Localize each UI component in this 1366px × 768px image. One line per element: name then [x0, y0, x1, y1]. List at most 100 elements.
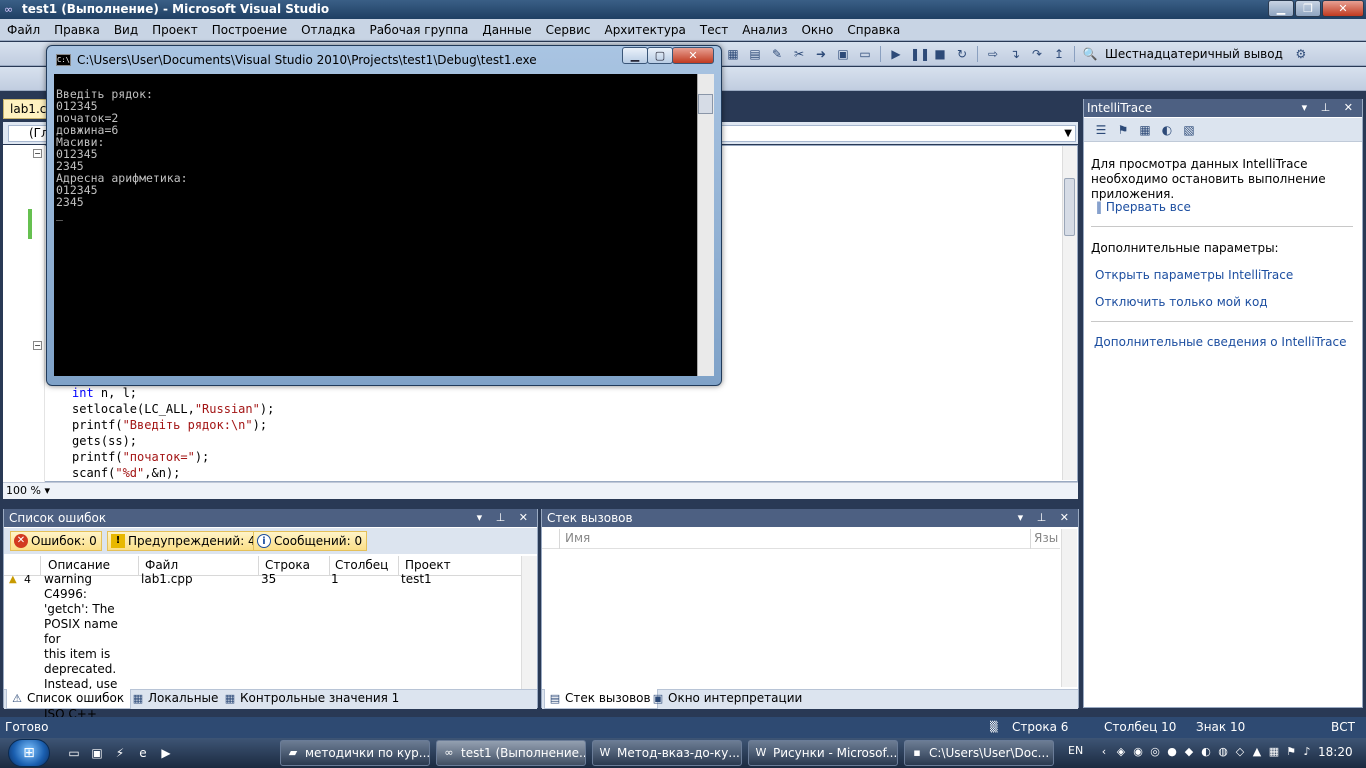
menu-view[interactable]: Вид [107, 19, 145, 41]
tray-icon[interactable]: ◐ [1199, 745, 1213, 759]
media-player-icon[interactable]: ▶ [158, 745, 174, 761]
task-word-doc-1[interactable]: W Метод-вказ-до-ку... [592, 740, 742, 766]
tray-icon[interactable]: ▲ [1250, 745, 1264, 759]
task-folder[interactable]: ▰ методички по кур... [280, 740, 430, 766]
column-project[interactable]: Проект [405, 558, 451, 572]
menu-help[interactable]: Справка [840, 19, 907, 41]
tab-call-stack[interactable]: ▤ Стек вызовов [544, 689, 658, 709]
task-visual-studio[interactable]: ∞ test1 (Выполнение... [436, 740, 586, 766]
show-next-statement-icon[interactable]: ⇨ [985, 46, 1001, 62]
disable-my-code-link[interactable]: Отключить только мой код [1095, 295, 1268, 309]
tab-immediate[interactable]: ▣ Окно интерпретации [648, 689, 808, 709]
tray-icon[interactable]: ◎ [1148, 745, 1162, 759]
close-button[interactable]: ✕ [1322, 0, 1364, 17]
fold-toggle[interactable]: − [33, 149, 42, 158]
stop-icon[interactable]: ■ [932, 46, 948, 62]
error-list-scrollbar[interactable] [521, 556, 537, 690]
console-scroll-thumb[interactable] [698, 94, 713, 114]
maximize-button[interactable]: ❐ [1295, 0, 1321, 17]
tray-expand-icon[interactable]: ‹ [1097, 745, 1111, 759]
tray-icon[interactable]: ● [1165, 745, 1179, 759]
column-column[interactable]: Столбец [335, 558, 388, 572]
break-all-link[interactable]: ‖ Прервать все [1096, 200, 1191, 214]
menu-tools[interactable]: Сервис [539, 19, 598, 41]
warnings-filter-button[interactable]: ! Предупреждений: 4 [107, 531, 261, 551]
tray-icon[interactable]: ◉ [1131, 745, 1145, 759]
column-name[interactable]: Имя [565, 531, 590, 545]
messages-filter-button[interactable]: i Сообщений: 0 [253, 531, 368, 551]
open-settings-link[interactable]: Открыть параметры IntelliTrace [1095, 268, 1293, 282]
editor-horizontal-scrollbar[interactable] [3, 482, 1078, 499]
task-word-doc-2[interactable]: W Рисунки - Microsof... [748, 740, 898, 766]
step-into-icon[interactable]: ↴ [1007, 46, 1023, 62]
menu-analyze[interactable]: Анализ [735, 19, 794, 41]
errors-filter-button[interactable]: ✕ Ошибок: 0 [10, 531, 102, 551]
tool-icon[interactable]: ⚡ [112, 745, 128, 761]
console-minimize-button[interactable]: ▁ [622, 47, 648, 64]
minimize-button[interactable]: ▁ [1268, 0, 1294, 17]
menu-file[interactable]: Файл [0, 19, 47, 41]
step-out-icon[interactable]: ↥ [1051, 46, 1067, 62]
task-console[interactable]: ▪ C:\Users\User\Doc... [904, 740, 1054, 766]
filter-icon[interactable]: ⚑ [1115, 122, 1131, 138]
tools-icon[interactable]: ✂ [791, 46, 807, 62]
menu-data[interactable]: Данные [475, 19, 538, 41]
language-indicator[interactable]: EN [1068, 744, 1083, 757]
tray-icon[interactable]: ◇ [1233, 745, 1247, 759]
start-button[interactable]: ⊞ [8, 739, 50, 767]
editor-tab-lab1[interactable]: lab1.cpp [3, 99, 49, 119]
toolbox-icon[interactable]: ✎ [769, 46, 785, 62]
column-line[interactable]: Строка [265, 558, 310, 572]
window-switch-icon[interactable]: ▣ [89, 745, 105, 761]
zoom-combo[interactable]: 100 % ▾ [6, 484, 64, 498]
scope-combo[interactable]: (Гл [8, 125, 49, 142]
column-language[interactable]: Язы [1034, 531, 1058, 545]
find-icon[interactable]: 🔍 [1082, 46, 1098, 62]
menu-test[interactable]: Тест [693, 19, 735, 41]
step-over-icon[interactable]: ↷ [1029, 46, 1045, 62]
menu-debug[interactable]: Отладка [294, 19, 362, 41]
menu-team[interactable]: Рабочая группа [362, 19, 475, 41]
show-desktop-icon[interactable]: ▭ [66, 745, 82, 761]
panel-pin-close-icons[interactable]: ▾ ⊥ ✕ [477, 509, 533, 527]
properties-icon[interactable]: ▦ [725, 46, 741, 62]
menu-project[interactable]: Проект [145, 19, 205, 41]
panel-pin-close-icons[interactable]: ▾ ⊥ ✕ [1302, 99, 1358, 117]
extension-manager-icon[interactable]: ▣ [835, 46, 851, 62]
start-page-icon[interactable]: ➜ [813, 46, 829, 62]
clock[interactable]: 18:20 [1318, 745, 1353, 759]
hex-display-label[interactable]: Шестнадцатеричный вывод [1105, 47, 1283, 61]
more-info-link[interactable]: Дополнительные сведения о IntelliTrace [1094, 335, 1347, 349]
call-stack-scrollbar[interactable] [1061, 529, 1077, 687]
member-combo[interactable]: ▼ [720, 125, 1076, 142]
windows-dropdown-icon[interactable]: ▭ [857, 46, 873, 62]
restart-icon[interactable]: ↻ [954, 46, 970, 62]
tray-icon[interactable]: ◈ [1114, 745, 1128, 759]
menu-architecture[interactable]: Архитектура [597, 19, 692, 41]
object-browser-icon[interactable]: ▤ [747, 46, 763, 62]
fold-toggle[interactable]: − [33, 341, 42, 350]
list-icon[interactable]: ☰ [1093, 122, 1109, 138]
panel-pin-close-icons[interactable]: ▾ ⊥ ✕ [1018, 509, 1074, 527]
tray-icon[interactable]: ◆ [1182, 745, 1196, 759]
menu-edit[interactable]: Правка [47, 19, 107, 41]
settings-icon[interactable]: ▧ [1181, 122, 1197, 138]
console-maximize-button[interactable]: ▢ [647, 47, 673, 64]
tab-locals[interactable]: ▦ Локальные [128, 689, 224, 709]
calendar-icon[interactable]: ▦ [1137, 122, 1153, 138]
column-file[interactable]: Файл [145, 558, 178, 572]
volume-icon[interactable]: ♪ [1300, 745, 1314, 759]
tray-icon[interactable]: ◍ [1216, 745, 1230, 759]
flag-icon[interactable]: ⚑ [1284, 745, 1298, 759]
column-description[interactable]: Описание [48, 558, 110, 572]
continue-icon[interactable]: ▶ [888, 46, 904, 62]
network-icon[interactable]: ▦ [1267, 745, 1281, 759]
tab-error-list[interactable]: ⚠ Список ошибок [6, 689, 132, 709]
pause-icon[interactable]: ❚❚ [910, 46, 930, 62]
editor-scroll-thumb[interactable] [1064, 178, 1075, 236]
tab-watch[interactable]: ▦ Контрольные значения 1 [220, 689, 405, 709]
toolbar-options-icon[interactable]: ⚙ [1293, 46, 1309, 62]
internet-explorer-icon[interactable]: e [135, 745, 151, 761]
console-scrollbar[interactable] [697, 74, 714, 376]
console-close-button[interactable]: ✕ [672, 47, 714, 64]
